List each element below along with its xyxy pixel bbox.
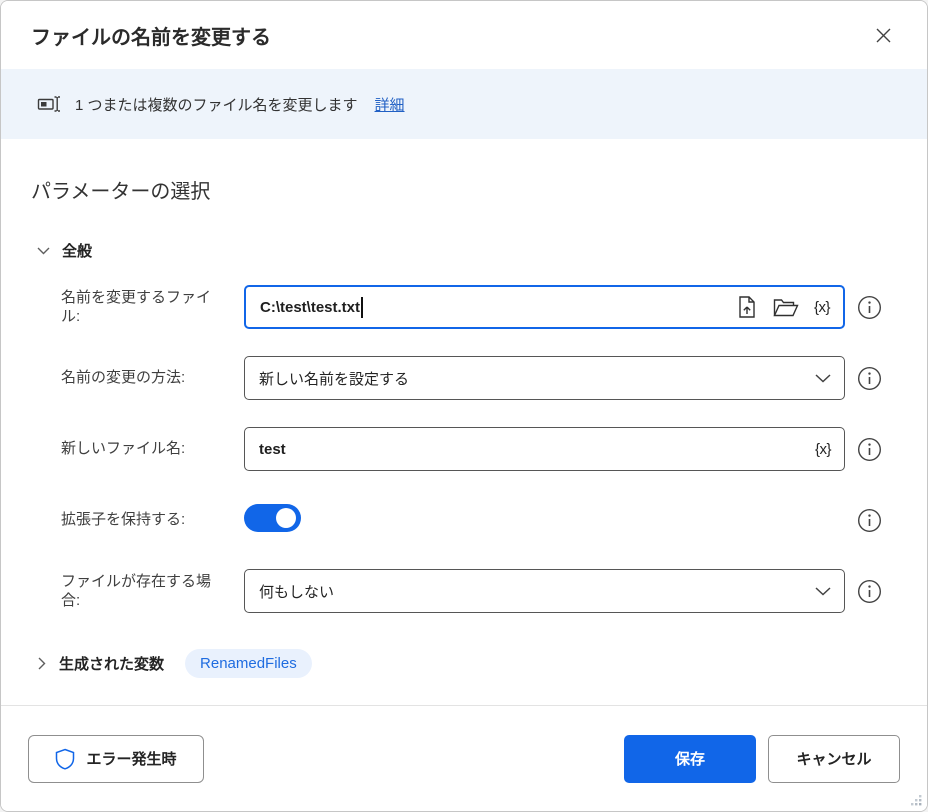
variable-picker-button[interactable]: {x} [815,441,832,458]
rename-icon [37,92,62,116]
field-label: 新しいファイル名: [61,440,186,458]
field-label: ファイルが存在する場合: [61,572,212,610]
dialog-content: パラメーターの選択 全般 名前を変更するファイル: C:\test\test.t… [1,139,927,705]
rename-file-dialog: ファイルの名前を変更する 1 つまたは複数のファイル名を変更します 詳細 パラメ… [0,0,928,812]
produced-variables-label[interactable]: 生成された変数 [59,653,164,674]
select-file-button[interactable] [737,295,758,319]
chevron-right-icon [38,657,46,670]
dialog-header: ファイルの名前を変更する [1,1,927,69]
dialog-title: ファイルの名前を変更する [31,26,271,49]
field-row-new-file-name: 新しいファイル名: test {x} [61,427,897,471]
field-label: 名前の変更の方法: [61,369,186,387]
toggle-knob [276,508,296,528]
variable-picker-button[interactable]: {x} [814,299,831,316]
cancel-button[interactable]: キャンセル [768,734,900,783]
parameters-heading: パラメーターの選択 [31,181,211,203]
file-to-rename-value: C:\test\test.txt [260,298,361,316]
field-label: 拡張子を保持する: [61,511,186,529]
save-button[interactable]: 保存 [624,734,756,783]
if-file-exists-dropdown[interactable]: 何もしない [244,569,845,613]
field-row-rename-method: 名前の変更の方法: 新しい名前を設定する [61,356,897,400]
produced-variables-row: 生成された変数 RenamedFiles [38,649,897,678]
field-label: 名前を変更するファイル: [61,288,212,326]
details-link[interactable]: 詳細 [375,94,405,115]
field-row-file-to-rename: 名前を変更するファイル: C:\test\test.txt {x} [61,285,897,329]
rename-method-value: 新しい名前を設定する [259,370,410,388]
text-caret [361,296,364,318]
info-icon[interactable] [857,579,882,604]
info-icon[interactable] [857,295,882,320]
if-file-exists-value: 何もしない [259,583,335,601]
action-description: 1 つまたは複数のファイル名を変更します [75,96,358,114]
chevron-down-icon [815,586,831,596]
produced-variable-pill[interactable]: RenamedFiles [185,649,312,678]
info-icon[interactable] [857,366,882,391]
close-icon [875,27,892,44]
close-button[interactable] [865,17,901,53]
info-icon[interactable] [857,508,882,533]
on-error-label: エラー発生時 [86,751,177,768]
chevron-down-icon [815,373,831,383]
shield-icon [55,748,75,770]
new-file-name-input[interactable]: test {x} [244,427,845,471]
dialog-footer: エラー発生時 保存 キャンセル [1,705,927,811]
section-general-header[interactable]: 全般 [37,240,897,261]
file-to-rename-input[interactable]: C:\test\test.txt {x} [244,285,845,329]
info-icon[interactable] [857,437,882,462]
on-error-button[interactable]: エラー発生時 [28,734,204,783]
action-info-banner: 1 つまたは複数のファイル名を変更します 詳細 [1,69,927,139]
resize-grip[interactable] [906,790,924,808]
field-row-keep-extension: 拡張子を保持する: [61,498,897,542]
chevron-down-icon [37,247,50,255]
rename-method-dropdown[interactable]: 新しい名前を設定する [244,356,845,400]
field-row-if-file-exists: ファイルが存在する場合: 何もしない [61,569,897,613]
new-file-name-value: test [259,440,286,458]
keep-extension-toggle[interactable] [244,504,301,532]
section-general-label: 全般 [62,243,93,260]
select-folder-button[interactable] [773,297,799,318]
